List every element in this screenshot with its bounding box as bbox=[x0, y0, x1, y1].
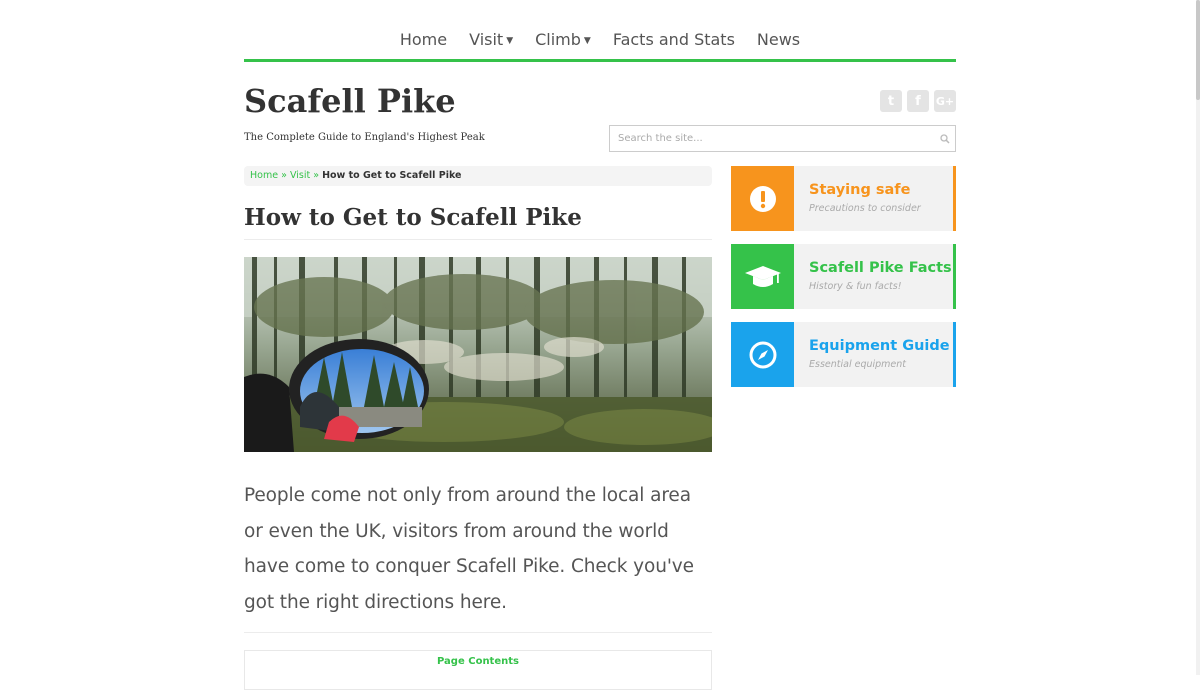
card-title: Equipment Guide bbox=[809, 338, 950, 354]
intro-paragraph: People come not only from around the loc… bbox=[244, 485, 694, 613]
card-icon-box bbox=[731, 166, 794, 231]
card-staying-safe[interactable]: Staying safe Precautions to consider bbox=[731, 166, 956, 231]
breadcrumb-home[interactable]: Home bbox=[250, 170, 278, 181]
card-subtitle: Essential equipment bbox=[809, 359, 907, 370]
main-nav: Home Visit ▼ Climb ▼ Facts and Stats News bbox=[244, 0, 956, 62]
nav-item-label: Visit bbox=[469, 30, 504, 49]
site-tagline: The Complete Guide to England's Highest … bbox=[244, 132, 485, 143]
page-contents-heading: Page Contents bbox=[437, 656, 519, 667]
page-scrollbar[interactable] bbox=[1196, 0, 1200, 675]
card-subtitle: Precautions to consider bbox=[809, 203, 921, 214]
site-title[interactable]: Scafell Pike bbox=[244, 82, 456, 120]
caret-down-icon: ▼ bbox=[583, 35, 591, 46]
page-contents-box[interactable]: Page Contents bbox=[244, 650, 712, 690]
exclamation-icon bbox=[749, 185, 776, 212]
nav-item-label: News bbox=[756, 30, 801, 49]
card-equipment-guide[interactable]: Equipment Guide Essential equipment bbox=[731, 322, 956, 387]
nav-item-label: Home bbox=[399, 30, 448, 49]
nav-item-home[interactable]: Home bbox=[400, 30, 447, 49]
google-plus-icon[interactable]: G+ bbox=[934, 90, 956, 112]
breadcrumb: Home » Visit » How to Get to Scafell Pik… bbox=[244, 166, 712, 186]
nav-item-facts-and-stats[interactable]: Facts and Stats bbox=[613, 30, 735, 49]
card-subtitle: History & fun facts! bbox=[809, 281, 902, 292]
scrollbar-thumb[interactable] bbox=[1196, 0, 1200, 100]
graduation-cap-icon bbox=[744, 265, 781, 287]
nav-item-visit[interactable]: Visit ▼ bbox=[469, 30, 513, 49]
nav-item-climb[interactable]: Climb ▼ bbox=[535, 30, 591, 49]
card-scafell-pike-facts[interactable]: Scafell Pike Facts History & fun facts! bbox=[731, 244, 956, 309]
content-divider bbox=[244, 632, 712, 633]
nav-item-label: Facts and Stats bbox=[612, 30, 735, 49]
hero-image bbox=[244, 257, 712, 452]
page-title: How to Get to Scafell Pike bbox=[244, 204, 712, 240]
search-box bbox=[609, 125, 956, 152]
facebook-icon[interactable]: f bbox=[907, 90, 929, 112]
card-icon-box bbox=[731, 322, 794, 387]
search-icon[interactable] bbox=[935, 133, 955, 144]
nav-item-label: Climb bbox=[535, 30, 581, 49]
breadcrumb-visit[interactable]: Visit bbox=[290, 170, 310, 181]
caret-down-icon: ▼ bbox=[506, 35, 514, 46]
social-links: t f G+ bbox=[880, 90, 956, 112]
breadcrumb-separator: » bbox=[313, 170, 320, 181]
card-title: Staying safe bbox=[809, 182, 911, 198]
compass-icon bbox=[749, 341, 776, 368]
nav-item-news[interactable]: News bbox=[757, 30, 800, 49]
breadcrumb-current: How to Get to Scafell Pike bbox=[322, 170, 462, 181]
breadcrumb-separator: » bbox=[281, 170, 287, 181]
search-input[interactable] bbox=[610, 133, 935, 144]
card-icon-box bbox=[731, 244, 794, 309]
card-title: Scafell Pike Facts bbox=[809, 260, 952, 276]
twitter-icon[interactable]: t bbox=[880, 90, 902, 112]
